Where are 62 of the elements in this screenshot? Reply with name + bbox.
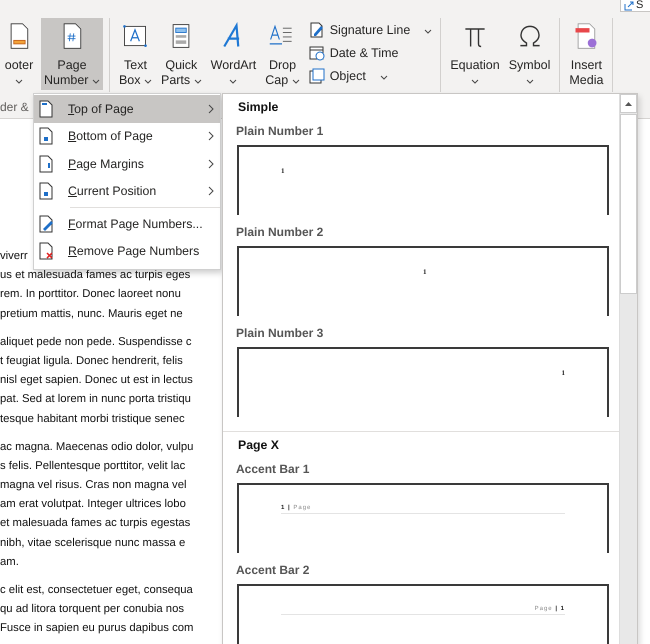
- document-text-line: magna vel risus. Cras non magna vel: [0, 478, 186, 494]
- document-text-line: et malesuada fames ac turpis egestas: [0, 516, 190, 532]
- ribbon-button[interactable]: Symbol: [506, 18, 554, 90]
- group-label: der &: [0, 100, 29, 114]
- gallery-item-label: Accent Bar 1: [235, 461, 310, 478]
- document-text-line: ac magna. Maecenas odio dolor, vulpu: [0, 440, 194, 455]
- document-text-line: aliquet pede non pede. Suspendisse c: [0, 334, 192, 350]
- ribbon-button[interactable]: Insert Media: [566, 18, 606, 90]
- signature-icon: [308, 21, 326, 39]
- document-text-line: pat. Sed at lorem in nunc porta tristiqu: [0, 392, 191, 408]
- document-text-line: viverr: [0, 249, 28, 264]
- ribbon-button[interactable]: Signature Line: [306, 20, 434, 40]
- menu-item[interactable]: Page Margins: [34, 150, 220, 178]
- ribbon-button[interactable]: Quick Parts: [158, 18, 205, 90]
- document-text-line: qu ad litora torquent per conubia nos: [0, 602, 184, 618]
- document-text-line: s felis. Pellentesque porttitor, velit lac: [0, 458, 186, 474]
- page-edit-icon: [38, 214, 54, 233]
- page-bottom-icon: [38, 127, 54, 146]
- ribbon-button[interactable]: ooter: [0, 18, 38, 90]
- scroll-up-icon[interactable]: [625, 102, 632, 106]
- chevron-icon: [208, 186, 214, 196]
- chevron-icon: [208, 104, 214, 114]
- ribbon-button[interactable]: Text Box: [116, 18, 155, 90]
- page-remove-icon: [38, 242, 54, 260]
- gallery-item-label: Plain Number 1: [235, 123, 324, 140]
- page-margin-icon: [38, 154, 54, 173]
- document-text-line: nisl eget sapien. Donec ut est in lectus: [0, 373, 193, 388]
- calendar-clock-icon: [308, 44, 326, 62]
- menu-item[interactable]: Bottom of Page: [34, 122, 220, 150]
- document-text-line: t feugiat ligula. Donec hendrerit, felis: [0, 354, 183, 369]
- object-frame-icon: [308, 67, 326, 85]
- menu-item[interactable]: Current Position: [34, 178, 220, 205]
- document-text-line: rem. In porttitor. Donec laoreet nonu: [0, 287, 181, 302]
- page-top-icon: [38, 100, 54, 118]
- document-text-line: am.: [0, 554, 19, 570]
- document-text-line: nibh, vitae scelerisque nunc massa e: [0, 536, 186, 551]
- gallery-item-label: Plain Number 3: [235, 325, 324, 342]
- document-text-line: c elit est, consectetuer eget, consequa: [0, 583, 193, 598]
- chevron-icon: [208, 158, 214, 169]
- share-button[interactable]: S: [620, 0, 650, 12]
- document-text-line: us et malesuada fames ac turpis eges: [0, 268, 190, 284]
- menu-item[interactable]: Top of Page: [34, 95, 220, 122]
- menu-item[interactable]: Remove Page Numbers: [34, 238, 220, 265]
- ribbon-button[interactable]: Object: [306, 66, 434, 86]
- ribbon-button[interactable]: WordArt: [208, 18, 260, 90]
- menu-item[interactable]: Format Page Numbers...: [34, 210, 220, 238]
- ribbon-button[interactable]: Page Number: [41, 18, 103, 90]
- share-icon: [624, 1, 634, 11]
- ribbon-button[interactable]: Drop Cap: [262, 18, 303, 90]
- ribbon-button[interactable]: Equation: [447, 18, 503, 90]
- chevron-icon: [208, 131, 214, 142]
- document-text-line: pretium mattis, nunc. Mauris eget ne: [0, 306, 183, 322]
- section-heading: Simple: [237, 100, 280, 116]
- gallery-item-label: Accent Bar 2: [235, 562, 310, 579]
- page-current-icon: [38, 182, 54, 200]
- scrollbar[interactable]: [619, 94, 637, 644]
- document-text-line: am erat volutpat. Integer ultrices lobo: [0, 497, 186, 512]
- section-heading: Page X: [237, 438, 280, 454]
- document-text-line: Fusce in sapien eu purus dapibus com: [0, 621, 194, 635]
- ribbon-button[interactable]: Date & Time: [306, 43, 434, 63]
- gallery-item-label: Plain Number 2: [235, 224, 324, 241]
- document-text-line: tesque habitant morbi tristique senec: [0, 412, 185, 426]
